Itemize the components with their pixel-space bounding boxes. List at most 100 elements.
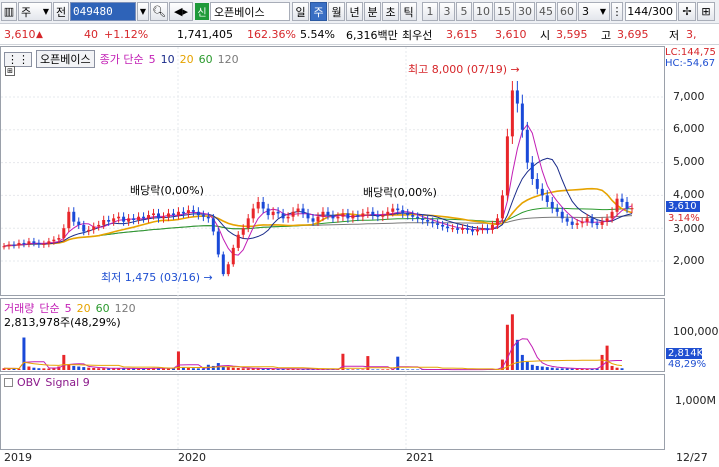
- low-note: 최저 1,475 (03/16) →: [101, 269, 213, 285]
- volume-ratio: 162.36%: [247, 28, 296, 41]
- obv-panel-title[interactable]: OBV: [17, 376, 40, 389]
- obv-y-axis[interactable]: 1,000M: [665, 374, 719, 450]
- price-panel[interactable]: [0, 46, 665, 296]
- obv-signal-label: Signal 9: [45, 376, 90, 389]
- y-label-2000: 2,000: [673, 254, 705, 267]
- interval-button[interactable]: 1: [422, 2, 438, 21]
- low-price: 3,: [686, 28, 697, 41]
- ma20-label: 20: [179, 52, 194, 66]
- interval-button[interactable]: 30: [515, 2, 535, 21]
- volume-info: 2,813,978주(48,29%): [4, 316, 121, 329]
- current-price-tag: 3,610: [666, 201, 700, 212]
- period-tab[interactable]: 분: [364, 2, 381, 21]
- prev-button[interactable]: 전: [53, 2, 69, 21]
- window-menu-icon[interactable]: ▥: [1, 2, 17, 21]
- price-legend: ⋮⋮ 오픈베이스 종가 단순 5 10 20 60 120: [4, 50, 244, 68]
- lc-label: LC:144,75: [665, 47, 716, 58]
- period-tab[interactable]: 틱: [400, 2, 417, 21]
- speaker-icon[interactable]: ◀▸: [169, 2, 193, 21]
- high-price: 3,695: [617, 28, 649, 41]
- quote-bar: 3,610 ▲ 40 +1.12% 1,741,405 162.36% 5.54…: [0, 25, 719, 45]
- interval-button[interactable]: 5: [456, 2, 472, 21]
- obv-y-label: 1,000M: [675, 394, 716, 407]
- interval-select-value: 3: [582, 5, 589, 18]
- dividend-note-2: 배당락(0,00%): [363, 186, 437, 199]
- price-panel-title[interactable]: 오픈베이스: [36, 50, 95, 68]
- open-price: 3,595: [556, 28, 588, 41]
- obv-legend: OBV Signal 9: [4, 376, 95, 389]
- volume-current-tag: 2,814K: [666, 348, 704, 359]
- volume-pct-tag: 48,29%: [668, 359, 707, 370]
- interval-button[interactable]: 3: [439, 2, 455, 21]
- arrow-right-icon: →: [203, 271, 213, 284]
- turnover-rate: 5.54%: [300, 28, 335, 41]
- best-quote-label: 최우선: [402, 28, 433, 42]
- period-tabs: 일주월년분초틱: [291, 2, 417, 21]
- ask-price: 3,615: [446, 28, 478, 41]
- ma5-label: 5: [148, 52, 156, 66]
- low-note-text: 최저 1,475 (03/16): [101, 271, 201, 284]
- market-select[interactable]: 주 ▼: [18, 2, 52, 21]
- period-tab[interactable]: 월: [328, 2, 345, 21]
- legend-menu-icon[interactable]: ⋮⋮: [4, 51, 32, 67]
- price-change: 40: [84, 28, 98, 41]
- period-tab[interactable]: 초: [382, 2, 399, 21]
- up-arrow-icon: ▲: [36, 29, 43, 40]
- chevron-down-icon[interactable]: ▼: [137, 2, 149, 21]
- period-tab[interactable]: 일: [292, 2, 309, 21]
- x-label-2019: 2019: [4, 451, 32, 464]
- volume-ma60-label: 60: [95, 301, 110, 315]
- interval-buttons: 1 3 5 10 15 30 45 60: [421, 2, 577, 21]
- interval-button[interactable]: 45: [536, 2, 556, 21]
- price-change-pct: +1.12%: [104, 28, 149, 41]
- period-tab[interactable]: 년: [346, 2, 363, 21]
- y-label-6000: 6,000: [673, 122, 705, 135]
- hc-label: HC:-54,67: [665, 58, 716, 69]
- open-label: 시: [540, 28, 551, 42]
- dividend-note-1: 배당락(0,00%): [130, 184, 204, 197]
- ma120-label: 120: [217, 52, 239, 66]
- volume-y-axis[interactable]: 100,000K 2,814K 48,29%: [665, 298, 719, 372]
- spin-icon[interactable]: ⋮: [611, 2, 623, 21]
- search-icon[interactable]: 🔍︎: [150, 2, 168, 21]
- period-tab[interactable]: 주: [310, 2, 327, 21]
- interval-button[interactable]: 60: [557, 2, 577, 21]
- crosshair-icon[interactable]: ✢: [678, 2, 696, 21]
- interval-button[interactable]: 15: [494, 2, 514, 21]
- high-note: 최고 8,000 (07/19) →: [408, 61, 520, 77]
- chevron-down-icon: ▼: [599, 7, 606, 16]
- obv-panel[interactable]: [0, 374, 665, 450]
- y-label-5000: 5,000: [673, 155, 705, 168]
- volume-ma120-label: 120: [114, 301, 136, 315]
- ma60-label: 60: [198, 52, 213, 66]
- low-label: 저: [669, 28, 680, 42]
- high-label: 고: [601, 28, 612, 42]
- interval-button[interactable]: 10: [473, 2, 493, 21]
- grid-icon[interactable]: ⊞: [697, 2, 715, 21]
- interval-select[interactable]: 3 ▼: [578, 2, 610, 21]
- toolbar: ▥ 주 ▼ 전 049480 ▼ 🔍︎ ◀▸ 신 오픈베이스 일주월년분초틱 1…: [0, 0, 719, 24]
- bar-count-input[interactable]: 144/300: [625, 2, 677, 21]
- ma-label: 종가 단순: [99, 53, 144, 66]
- volume-ma20-label: 20: [76, 301, 91, 315]
- bid-price: 3,610: [495, 28, 527, 41]
- y-label-7000: 7,000: [673, 90, 705, 103]
- volume-ma5-label: 5: [64, 301, 72, 315]
- chart-window: ▥ 주 ▼ 전 049480 ▼ 🔍︎ ◀▸ 신 오픈베이스 일주월년분초틱 1…: [0, 0, 719, 467]
- x-label-2020: 2020: [178, 451, 206, 464]
- obv-checkbox[interactable]: [4, 378, 13, 387]
- x-label-end: 12/27: [676, 451, 708, 464]
- stock-name-field: 오픈베이스: [210, 2, 290, 21]
- trade-amount: 6,316백만: [346, 28, 398, 42]
- credit-badge: 신: [195, 3, 209, 20]
- ma10-label: 10: [160, 52, 175, 66]
- price-y-axis[interactable]: LC:144,75 HC:-54,67 7,000 6,000 5,000 4,…: [665, 46, 719, 296]
- grid-toggle-icon[interactable]: ⊞: [5, 66, 15, 76]
- x-label-2021: 2021: [406, 451, 434, 464]
- volume: 1,741,405: [177, 28, 233, 41]
- y-label-4000: 4,000: [673, 188, 705, 201]
- market-select-value: 주: [21, 5, 32, 19]
- volume-y-label: 100,000K: [673, 325, 719, 338]
- stock-code-input[interactable]: 049480: [70, 2, 136, 21]
- high-note-text: 최고 8,000 (07/19): [408, 63, 508, 76]
